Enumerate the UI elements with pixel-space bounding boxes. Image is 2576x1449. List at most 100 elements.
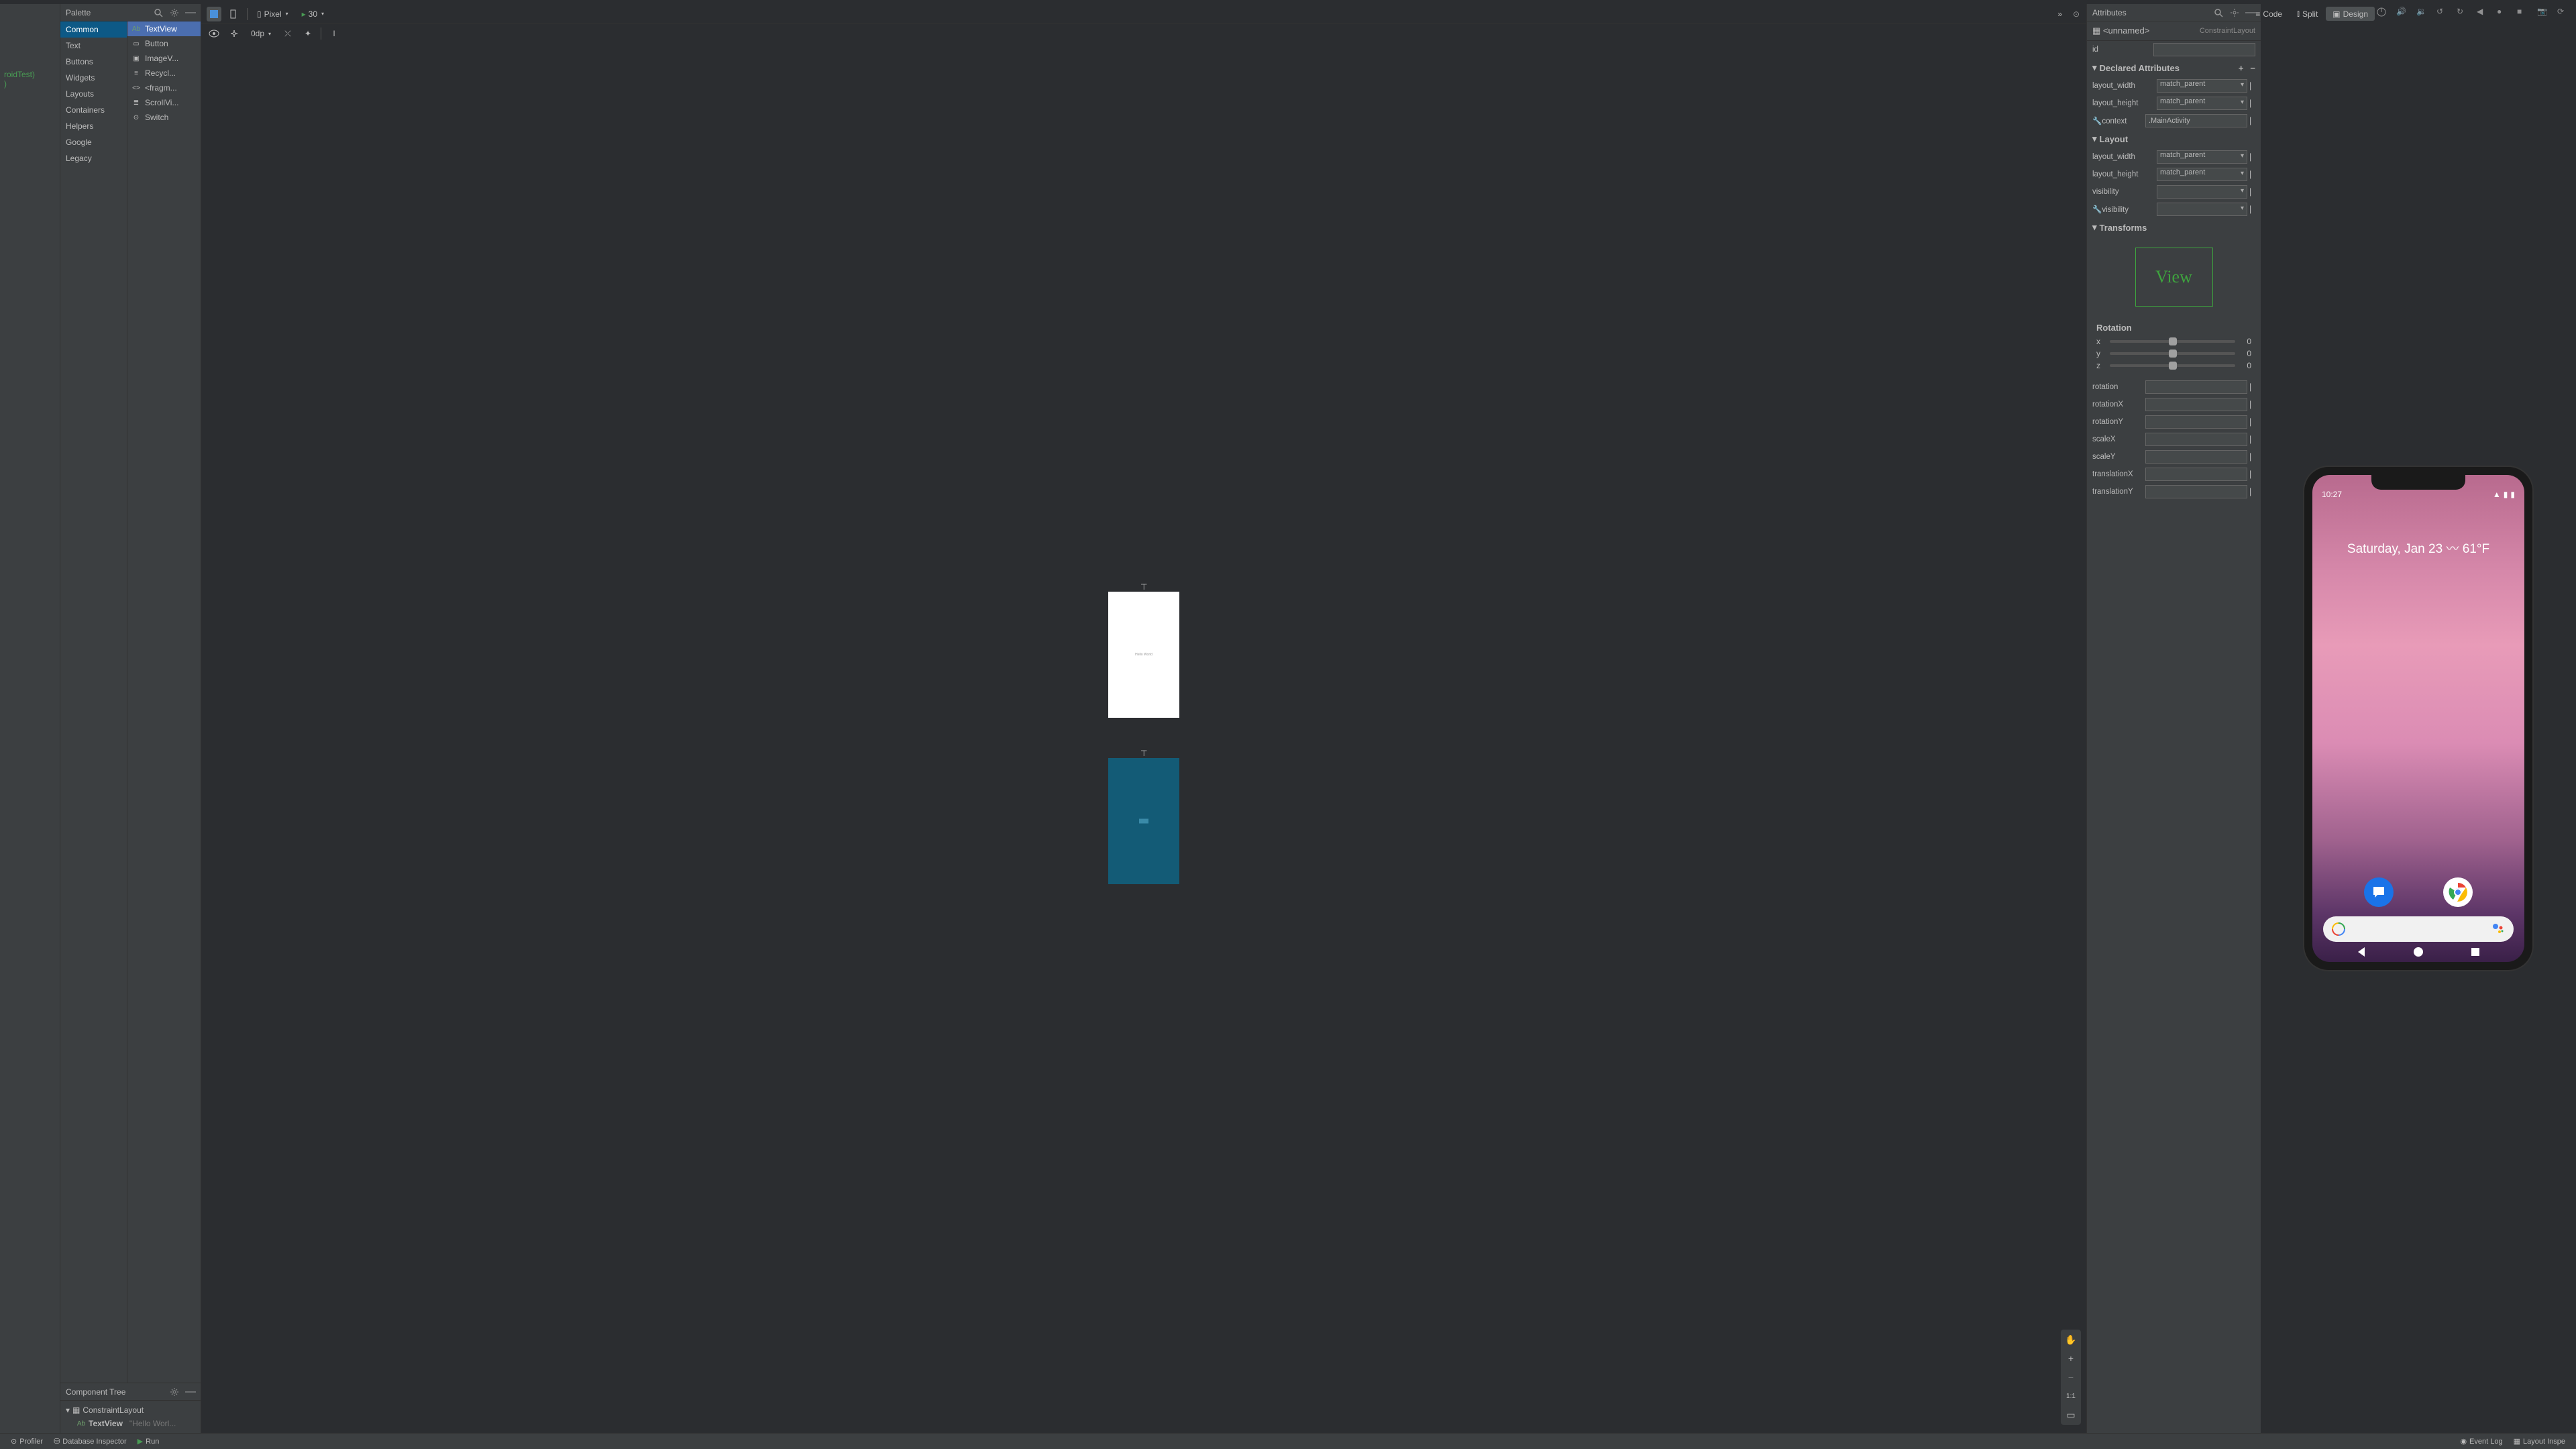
palette-item-button[interactable]: ▭Button	[127, 36, 201, 51]
palette-cat-google[interactable]: Google	[60, 134, 127, 150]
infer-constraints-icon[interactable]: ✦	[301, 26, 315, 41]
search-icon[interactable]	[154, 8, 163, 17]
declared-section[interactable]: ▾ Declared Attributes + −	[2087, 58, 2261, 77]
eye-icon[interactable]	[207, 26, 221, 41]
chrome-app-icon[interactable]	[2443, 877, 2473, 907]
orientation-icon[interactable]	[227, 7, 241, 21]
minimize-icon[interactable]: —	[186, 1387, 195, 1397]
rotationy-field[interactable]	[2145, 415, 2247, 429]
tab-split[interactable]: ⫾ Split	[2290, 7, 2324, 21]
volume-up-icon[interactable]: 🔊	[2396, 7, 2408, 19]
guidelines-icon[interactable]: I	[327, 26, 341, 41]
palette-cat-buttons[interactable]: Buttons	[60, 54, 127, 70]
rotation-field[interactable]	[2145, 380, 2247, 394]
layout-height-select[interactable]: match_parent	[2157, 168, 2247, 181]
tab-code[interactable]: ≡ Code	[2249, 7, 2289, 21]
layout-section[interactable]: ▾ Layout	[2087, 129, 2261, 148]
visibility-select[interactable]	[2157, 185, 2247, 199]
gear-icon[interactable]	[170, 1387, 179, 1397]
palette-item-switch[interactable]: ⊙Switch	[127, 110, 201, 125]
layout-width-select[interactable]: match_parent	[2157, 150, 2247, 164]
more-icon[interactable]: ⟳	[2557, 7, 2569, 19]
zoom-reset-button[interactable]: 1:1	[2063, 1389, 2078, 1403]
rotation-z-slider[interactable]	[2110, 364, 2235, 367]
assistant-icon[interactable]	[2491, 922, 2506, 936]
palette-cat-layouts[interactable]: Layouts	[60, 86, 127, 102]
nav-back-icon[interactable]	[2355, 946, 2367, 958]
add-icon[interactable]: +	[2239, 63, 2244, 73]
back-icon[interactable]: ◀	[2477, 7, 2489, 19]
resize-handle-icon[interactable]: ⊤	[1140, 749, 1147, 755]
design-preview[interactable]: Hello World	[1108, 592, 1179, 718]
run-button[interactable]: ▶ Run	[132, 1437, 165, 1446]
flag-icon[interactable]: ⎸	[2250, 99, 2255, 109]
pan-icon[interactable]: ✋	[2063, 1332, 2078, 1347]
rotate-right-icon[interactable]: ↻	[2457, 7, 2469, 19]
event-log-button[interactable]: ◉ Event Log	[2455, 1437, 2508, 1446]
minimize-icon[interactable]: —	[186, 8, 195, 17]
gear-icon[interactable]	[170, 8, 179, 17]
palette-item-fragment[interactable]: <><fragm...	[127, 80, 201, 95]
flag-icon[interactable]: ⎸	[2250, 81, 2255, 91]
emulator-screen[interactable]: 10:27 ▲ ▮ ▮ Saturday, Jan 23 〰 61°F	[2312, 475, 2524, 962]
palette-cat-legacy[interactable]: Legacy	[60, 150, 127, 166]
palette-cat-common[interactable]: Common	[60, 21, 127, 38]
database-inspector-button[interactable]: ⛁ Database Inspector	[48, 1437, 132, 1446]
tools-visibility-select[interactable]	[2157, 203, 2247, 216]
translationy-field[interactable]	[2145, 485, 2247, 498]
autoconnect-icon[interactable]	[227, 26, 241, 41]
project-item[interactable]: roidTest))	[0, 68, 60, 91]
messages-app-icon[interactable]	[2364, 877, 2394, 907]
overview-icon[interactable]: ■	[2517, 7, 2529, 19]
device-dropdown[interactable]: ▯ Pixel▾	[253, 8, 292, 20]
volume-down-icon[interactable]: 🔉	[2416, 7, 2428, 19]
zoom-fit-icon[interactable]: ▭	[2063, 1407, 2078, 1422]
layout-inspector-button[interactable]: ▦ Layout Inspe	[2508, 1437, 2571, 1446]
rotation-x-slider[interactable]	[2110, 340, 2235, 343]
palette-cat-containers[interactable]: Containers	[60, 102, 127, 118]
palette-cat-text[interactable]: Text	[60, 38, 127, 54]
home-icon[interactable]: ●	[2497, 7, 2509, 19]
margin-dropdown[interactable]: 0dp▾	[247, 28, 275, 40]
zoom-in-icon[interactable]: +	[2063, 1351, 2078, 1366]
palette-cat-helpers[interactable]: Helpers	[60, 118, 127, 134]
scaley-field[interactable]	[2145, 450, 2247, 464]
palette-cat-widgets[interactable]: Widgets	[60, 70, 127, 86]
zoom-out-icon[interactable]: −	[2063, 1370, 2078, 1385]
overflow-icon[interactable]: »	[2053, 8, 2066, 20]
transforms-section[interactable]: ▾ Transforms	[2087, 218, 2261, 237]
screenshot-icon[interactable]: 📷	[2537, 7, 2549, 19]
layout-width-select[interactable]: match_parent	[2157, 79, 2247, 93]
id-field[interactable]	[2153, 43, 2255, 56]
design-canvas[interactable]: ⊤ Hello World ⊤ ✋ + − 1:1 ▭	[201, 43, 2086, 1433]
scalex-field[interactable]	[2145, 433, 2247, 446]
api-dropdown[interactable]: ▸ 30▾	[298, 8, 328, 20]
layout-height-select[interactable]: match_parent	[2157, 97, 2247, 110]
google-search-bar[interactable]	[2323, 916, 2514, 942]
profiler-button[interactable]: ⊙ Profiler	[5, 1437, 48, 1446]
rotation-y-slider[interactable]	[2110, 352, 2235, 355]
tree-child-textview[interactable]: Ab TextView "Hello Worl...	[60, 1417, 201, 1430]
nav-overview-icon[interactable]	[2469, 946, 2481, 958]
clear-constraints-icon[interactable]: ⤫	[280, 26, 295, 41]
design-surface-icon[interactable]	[207, 7, 221, 21]
search-icon[interactable]	[2214, 8, 2223, 17]
resize-handle-icon[interactable]: ⊤	[1140, 582, 1147, 589]
nav-home-icon[interactable]	[2412, 946, 2424, 958]
rotate-left-icon[interactable]: ↺	[2436, 7, 2449, 19]
context-field[interactable]	[2145, 114, 2247, 127]
warnings-icon[interactable]: ⊙	[2072, 9, 2081, 19]
remove-icon[interactable]: −	[2250, 63, 2255, 73]
power-icon[interactable]	[2376, 7, 2388, 19]
rotationx-field[interactable]	[2145, 398, 2247, 411]
tab-design[interactable]: ▣ Design	[2326, 7, 2375, 21]
tree-root[interactable]: ▾ ▦ ConstraintLayout	[60, 1403, 201, 1417]
gear-icon[interactable]	[2230, 8, 2239, 17]
blueprint-preview[interactable]	[1108, 758, 1179, 884]
translationx-field[interactable]	[2145, 468, 2247, 481]
palette-item-recyclerview[interactable]: ≡Recycl...	[127, 66, 201, 80]
palette-item-textview[interactable]: AbTextView	[127, 21, 201, 36]
palette-item-imageview[interactable]: ▣ImageV...	[127, 51, 201, 66]
home-date-widget[interactable]: Saturday, Jan 23 〰 61°F	[2312, 539, 2524, 557]
palette-item-scrollview[interactable]: ≣ScrollVi...	[127, 95, 201, 110]
